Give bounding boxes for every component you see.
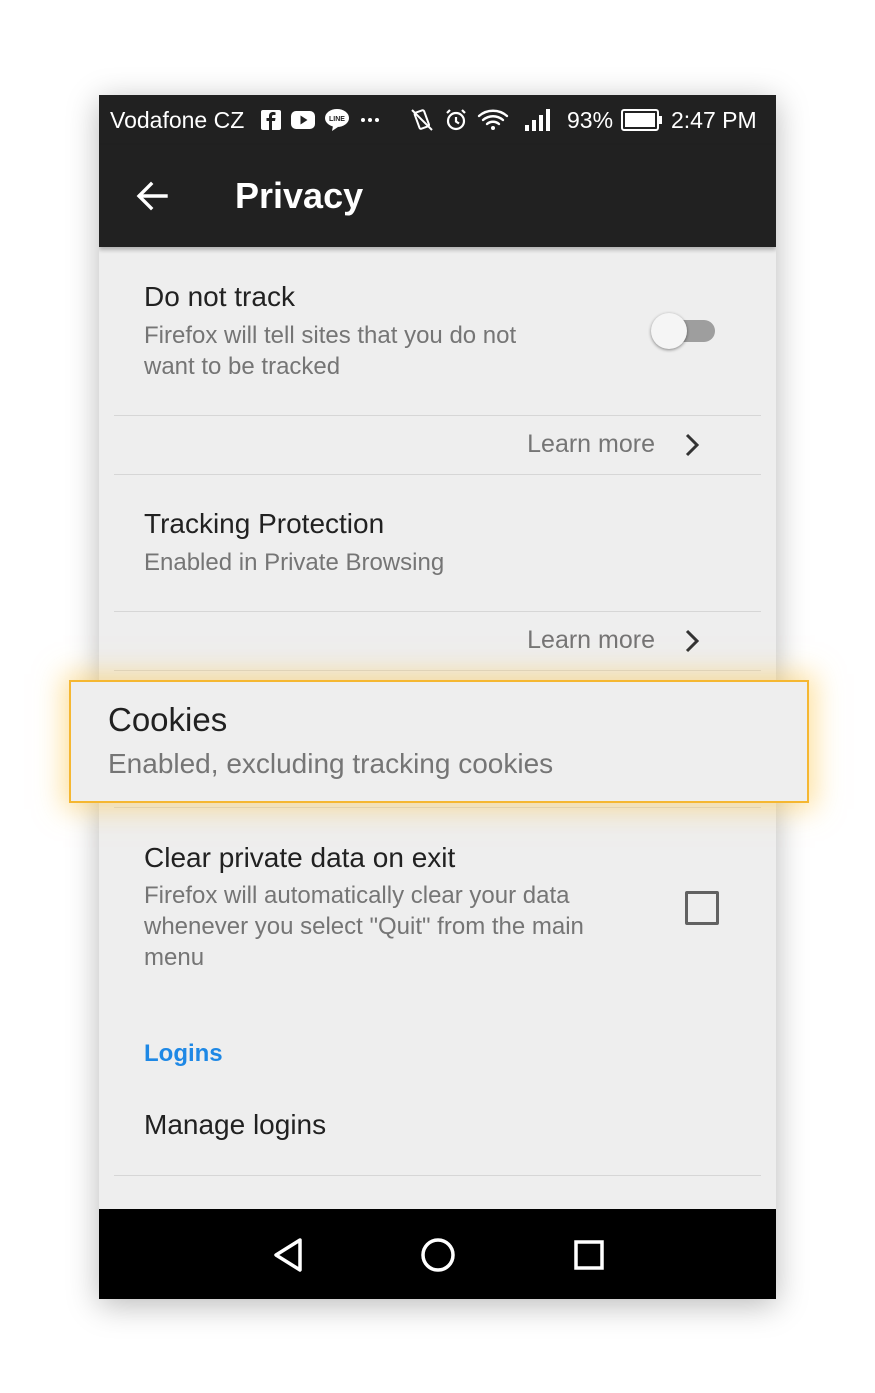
- cookies-row-highlighted[interactable]: Cookies Enabled, excluding tracking cook…: [69, 680, 809, 803]
- learn-more-do-not-track[interactable]: Learn more: [99, 416, 776, 474]
- carrier-name: Vodafone CZ: [110, 107, 245, 133]
- clear-private-data-title: Clear private data on exit: [144, 842, 456, 873]
- clear-private-data-subtitle-2: whenever you select "Quit" from the main: [144, 913, 584, 940]
- chevron-right-icon: [685, 433, 700, 457]
- status-bar: Vodafone CZ LINE 93% 2:47 PM: [99, 95, 776, 145]
- learn-more-label: Learn more: [527, 430, 655, 458]
- do-not-track-row[interactable]: Do not track Firefox will tell sites tha…: [99, 247, 776, 415]
- signal-icon: [524, 108, 552, 132]
- clock: 2:47 PM: [671, 107, 757, 133]
- back-button[interactable]: [135, 179, 169, 213]
- navigation-bar: [99, 1209, 776, 1299]
- do-not-track-subtitle-2: want to be tracked: [144, 353, 341, 380]
- line-icon: LINE: [325, 108, 349, 132]
- square-recents-icon: [574, 1240, 604, 1270]
- alarm-icon: [444, 108, 468, 132]
- cookies-subtitle: Enabled, excluding tracking cookies: [108, 748, 554, 779]
- more-notifications-icon: [360, 108, 380, 132]
- app-bar: Privacy: [99, 145, 776, 247]
- nav-home-button[interactable]: [418, 1235, 458, 1275]
- triangle-back-icon: [274, 1238, 302, 1272]
- facebook-icon: [261, 108, 281, 132]
- do-not-track-subtitle-1: Firefox will tell sites that you do not: [144, 322, 517, 349]
- tracking-protection-row[interactable]: Tracking Protection Enabled in Private B…: [99, 475, 776, 611]
- battery-icon: [621, 108, 663, 132]
- svg-text:LINE: LINE: [329, 116, 345, 123]
- do-not-track-title: Do not track: [144, 281, 295, 312]
- youtube-icon: [291, 108, 315, 132]
- toggle-thumb: [651, 313, 687, 349]
- do-not-track-toggle[interactable]: [651, 313, 715, 349]
- clear-private-data-subtitle-1: Firefox will automatically clear your da…: [144, 882, 570, 909]
- manage-logins-row[interactable]: Manage logins: [99, 1089, 776, 1175]
- learn-more-tracking-protection[interactable]: Learn more: [99, 612, 776, 670]
- divider: [114, 1175, 761, 1176]
- nav-back-button[interactable]: [268, 1235, 308, 1275]
- clear-private-data-row[interactable]: Clear private data on exit Firefox will …: [99, 808, 776, 1008]
- page-title: Privacy: [235, 175, 364, 216]
- chevron-right-icon: [685, 629, 700, 653]
- learn-more-label: Learn more: [527, 626, 655, 654]
- circle-home-icon: [421, 1238, 455, 1272]
- logins-section-header: Logins: [144, 1040, 223, 1067]
- vibrate-icon: [410, 108, 434, 132]
- battery-percent: 93%: [567, 107, 614, 133]
- clear-private-data-subtitle-3: menu: [144, 944, 205, 971]
- wifi-icon: [477, 108, 509, 132]
- arrow-left-icon: [136, 181, 168, 211]
- nav-recents-button[interactable]: [569, 1235, 609, 1275]
- manage-logins-title: Manage logins: [144, 1109, 327, 1140]
- divider: [114, 670, 761, 671]
- tracking-protection-title: Tracking Protection: [144, 508, 385, 539]
- cookies-title: Cookies: [108, 701, 228, 738]
- clear-private-data-checkbox[interactable]: [685, 891, 719, 925]
- tracking-protection-subtitle: Enabled in Private Browsing: [144, 549, 445, 576]
